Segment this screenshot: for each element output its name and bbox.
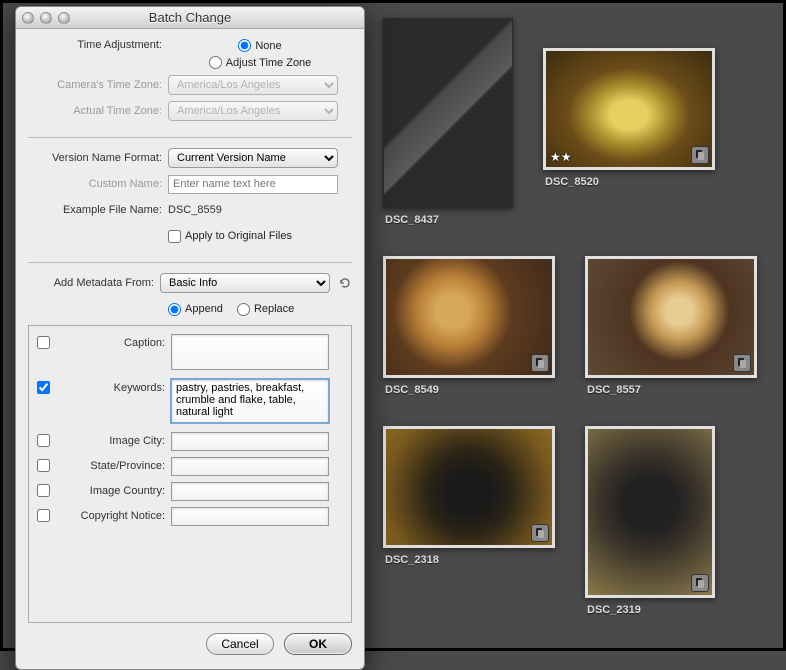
titlebar: Batch Change — [16, 7, 364, 29]
thumbnail-label: DSC_8557 — [585, 384, 757, 396]
caption-input[interactable] — [171, 334, 329, 370]
caption-label: Caption: — [61, 334, 171, 349]
add-metadata-from-select[interactable]: Basic Info — [160, 273, 330, 293]
image-city-input[interactable] — [171, 432, 329, 451]
copyright-checkbox[interactable] — [37, 509, 50, 522]
state-province-label: State/Province: — [61, 457, 171, 472]
dialog-title: Batch Change — [70, 10, 310, 25]
time-adjustment-label: Time Adjustment: — [28, 39, 168, 51]
image-country-label: Image Country: — [61, 482, 171, 497]
example-file-name-label: Example File Name: — [28, 204, 168, 216]
thumbnail-label: DSC_8520 — [543, 176, 715, 188]
copyright-label: Copyright Notice: — [61, 507, 171, 522]
metadata-badge-icon — [691, 146, 709, 164]
state-province-input[interactable] — [171, 457, 329, 476]
radio-replace[interactable]: Replace — [237, 303, 294, 316]
image-city-checkbox[interactable] — [37, 434, 50, 447]
metadata-badge-icon — [733, 354, 751, 372]
cancel-button[interactable]: Cancel — [206, 633, 274, 655]
thumbnail-label: DSC_8437 — [383, 214, 513, 226]
add-metadata-from-label: Add Metadata From: — [28, 277, 160, 289]
example-file-name-value: DSC_8559 — [168, 204, 222, 216]
thumbnail-item[interactable]: DSC_8437 — [383, 18, 513, 226]
batch-change-dialog: Batch Change Time Adjustment: None Adjus… — [15, 6, 365, 670]
keywords-checkbox[interactable] — [37, 381, 50, 394]
rating-stars: ★★ — [550, 150, 572, 164]
keywords-label: Keywords: — [61, 379, 171, 394]
thumbnail-label: DSC_2318 — [383, 554, 555, 566]
close-icon[interactable] — [22, 12, 34, 24]
metadata-badge-icon — [531, 354, 549, 372]
radio-none[interactable]: None — [238, 39, 281, 52]
thumbnail-item[interactable]: DSC_2318 — [383, 426, 555, 616]
camera-time-zone-select[interactable]: America/Los Angeles — [168, 75, 338, 95]
zoom-icon[interactable] — [58, 12, 70, 24]
minimize-icon[interactable] — [40, 12, 52, 24]
apply-to-original-checkbox[interactable]: Apply to Original Files — [168, 230, 292, 243]
keywords-input[interactable]: pastry, pastries, breakfast, crumble and… — [171, 379, 329, 423]
image-city-label: Image City: — [61, 432, 171, 447]
thumbnail-item[interactable]: DSC_2319 — [585, 426, 715, 616]
radio-append[interactable]: Append — [168, 303, 223, 316]
camera-time-zone-label: Camera's Time Zone: — [28, 79, 168, 91]
image-country-checkbox[interactable] — [37, 484, 50, 497]
ok-button[interactable]: OK — [284, 633, 352, 655]
radio-adjust-time-zone[interactable]: Adjust Time Zone — [209, 56, 312, 69]
metadata-badge-icon — [531, 524, 549, 542]
thumbnail-item[interactable]: DSC_8549 — [383, 256, 555, 396]
version-name-format-select[interactable]: Current Version Name — [168, 148, 338, 168]
custom-name-input[interactable] — [168, 175, 338, 194]
state-province-checkbox[interactable] — [37, 459, 50, 472]
thumbnail-label: DSC_2319 — [585, 604, 715, 616]
actual-time-zone-select[interactable]: America/Los Angeles — [168, 101, 338, 121]
image-country-input[interactable] — [171, 482, 329, 501]
custom-name-label: Custom Name: — [28, 178, 168, 190]
copyright-input[interactable] — [171, 507, 329, 526]
thumbnail-item[interactable]: ★★ DSC_8520 — [543, 48, 715, 226]
metadata-fields-list: Caption: Keywords: pastry, pastries, bre… — [28, 325, 352, 623]
reset-metadata-icon[interactable] — [338, 276, 352, 290]
thumbnail-item[interactable]: DSC_8557 — [585, 256, 757, 396]
version-name-format-label: Version Name Format: — [28, 152, 168, 164]
caption-checkbox[interactable] — [37, 336, 50, 349]
actual-time-zone-label: Actual Time Zone: — [28, 105, 168, 117]
thumbnail-label: DSC_8549 — [383, 384, 555, 396]
metadata-badge-icon — [691, 574, 709, 592]
